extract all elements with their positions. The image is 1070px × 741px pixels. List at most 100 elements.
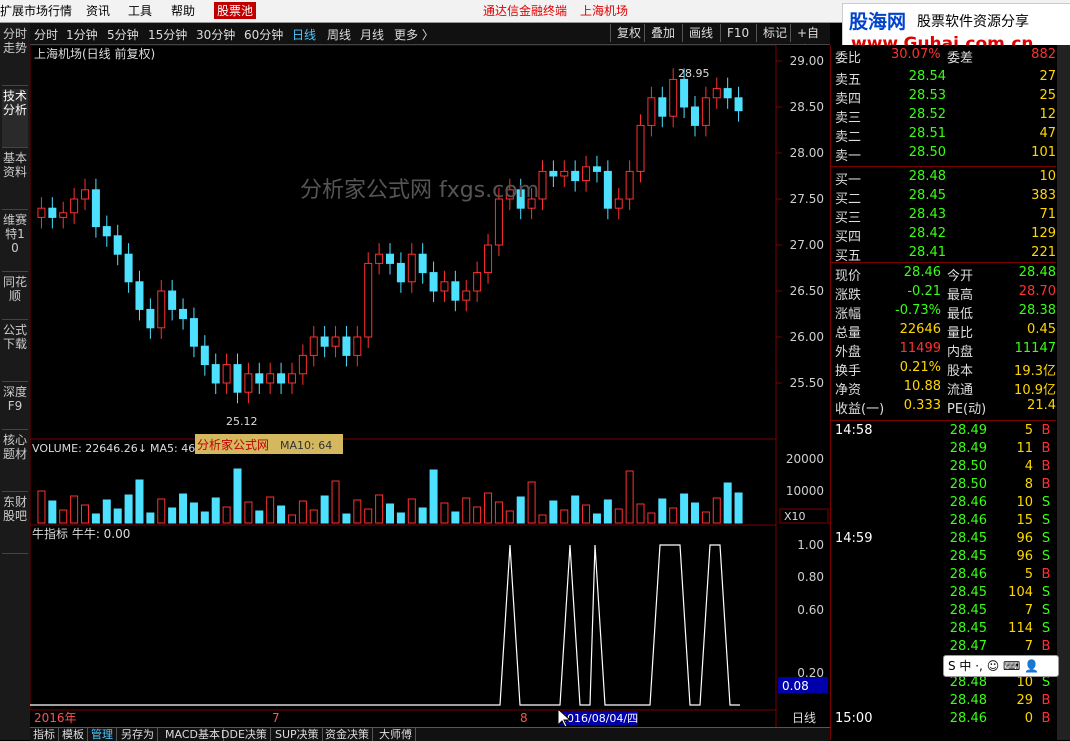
mark-button[interactable]: 标记 — [756, 24, 793, 42]
candle-body — [614, 198, 623, 209]
volume-bar — [386, 503, 394, 524]
period-intraday[interactable]: 分时 — [34, 26, 58, 43]
candle-body — [70, 198, 79, 214]
tab-weisaite[interactable]: 维赛特10 — [2, 213, 28, 272]
scrollbar[interactable] — [1057, 45, 1070, 740]
f10-button[interactable]: F10 — [720, 24, 755, 42]
tab-intraday[interactable]: 分时走势 — [2, 27, 28, 86]
tab-technical[interactable]: 技术分析 — [2, 89, 28, 148]
btab-dde[interactable]: DDE决策 — [218, 728, 271, 741]
candle-body — [113, 235, 122, 255]
bid-row[interactable]: 买一 28.48 10 — [831, 169, 1056, 188]
menu-item-market[interactable]: 扩展市场行情 — [0, 2, 72, 19]
period-15min[interactable]: 15分钟 — [148, 26, 187, 43]
volume-bar — [527, 481, 536, 524]
ask-row[interactable]: 卖二 28.51 47 — [831, 126, 1056, 145]
indicator-tick: 0.60 — [797, 603, 824, 617]
volume-bar — [233, 468, 242, 524]
candle-body — [538, 170, 547, 200]
btab-template[interactable]: 模板 — [59, 728, 88, 741]
candle-body — [48, 207, 57, 218]
candle-body — [484, 244, 493, 274]
ask-row[interactable]: 卖四 28.53 25 — [831, 88, 1056, 107]
period-30min[interactable]: 30分钟 — [196, 26, 235, 43]
period-more[interactable]: 更多 〉 — [394, 26, 434, 43]
period-1min[interactable]: 1分钟 — [66, 26, 98, 43]
left-tab-bar: 分时走势 技术分析 基本资料 维赛特10 同花顺 公式下载 深度F9 核心题材 … — [0, 23, 30, 740]
kline-chart[interactable]: 分析家公式网 fxgs.com 上海机场(日线 前复权) 28.95 25.12… — [30, 45, 830, 727]
candle-body — [91, 189, 100, 228]
volume-bar — [723, 482, 732, 524]
candle-body — [549, 170, 558, 177]
volume-bar — [571, 495, 580, 524]
candle-body — [298, 354, 307, 375]
volume-bar — [484, 492, 493, 524]
add-watchlist-button[interactable]: +自选 — [790, 24, 830, 58]
adjust-button[interactable]: 复权 — [610, 24, 647, 42]
ask-row[interactable]: 卖三 28.52 12 — [831, 107, 1056, 126]
app-title: 通达信金融终端 — [483, 4, 568, 18]
volume-bar — [70, 495, 79, 524]
watermark-text: 分析家公式网 fxgs.com — [300, 178, 539, 203]
menu-item-help[interactable]: 帮助 — [171, 2, 195, 19]
volume-bar — [222, 506, 231, 524]
candle-body — [690, 106, 699, 126]
btab-indicator[interactable]: 指标 — [30, 728, 59, 741]
tab-formula-download[interactable]: 公式下载 — [2, 323, 28, 382]
draw-line-button[interactable]: 画线 — [682, 24, 719, 42]
ask-row[interactable]: 卖一 28.50 101 — [831, 145, 1056, 164]
btab-sup[interactable]: SUP决策 — [272, 728, 323, 741]
indicator-tab-bar: 指标 模板 管理 另存为 MACD基本 DDE决策 SUP决策 资金决策 大师傅 — [30, 727, 830, 741]
btab-manage[interactable]: 管理 — [88, 728, 117, 741]
btab-master[interactable]: 大师傅 — [376, 728, 416, 741]
candle-body — [734, 97, 743, 112]
bid-row[interactable]: 买四 28.42 129 — [831, 226, 1056, 245]
btab-save-as[interactable]: 另存为 — [118, 728, 158, 741]
volume-bar — [124, 494, 133, 524]
volume-bar — [734, 492, 743, 524]
volume-bar — [102, 499, 111, 524]
period-weekly[interactable]: 周线 — [327, 26, 351, 43]
quote-panel: 委比 30.07% 委差 882 卖五 28.54 27 卖四 28.53 25 卖三 28.… — [830, 45, 1070, 740]
period-5min[interactable]: 5分钟 — [107, 26, 139, 43]
volume-bar — [266, 496, 275, 524]
volume-bar — [331, 480, 340, 524]
logo-title: 股海网 — [849, 11, 907, 33]
trade-row: 15:00 28.46 0 B — [835, 711, 1051, 726]
candle-body — [168, 290, 177, 310]
btab-macd[interactable]: MACD基本 — [162, 728, 224, 741]
tab-tonghuashun[interactable]: 同花顺 — [2, 275, 28, 320]
trade-row: 14:58 28.49 5 B — [835, 423, 1051, 438]
volume-bar — [712, 497, 721, 524]
trade-row: 28.48 29 B — [949, 693, 1051, 708]
indicator-current-value: 0.08 — [782, 679, 809, 693]
tab-eastmoney-forum[interactable]: 东财股吧 — [2, 495, 28, 554]
period-monthly[interactable]: 月线 — [360, 26, 384, 43]
candle-body — [81, 189, 90, 200]
indicator-tick: 0.80 — [797, 570, 824, 584]
candle-body — [37, 207, 46, 218]
ask-row[interactable]: 卖五 28.54 27 — [831, 69, 1056, 88]
candle-body — [320, 336, 329, 347]
tab-depth-f9[interactable]: 深度F9 — [2, 385, 28, 430]
candle-body — [200, 345, 209, 366]
period-daily[interactable]: 日线 — [292, 26, 316, 43]
tab-basics[interactable]: 基本资料 — [2, 151, 28, 210]
tab-core-theme[interactable]: 核心题材 — [2, 433, 28, 492]
btab-fund[interactable]: 资金决策 — [322, 728, 373, 741]
menu-item-news[interactable]: 资讯 — [86, 2, 110, 19]
period-60min[interactable]: 60分钟 — [244, 26, 283, 43]
bid-row[interactable]: 买三 28.43 71 — [831, 207, 1056, 226]
candle-body — [712, 88, 721, 99]
indicator-label: 牛指标 牛牛: 0.00 — [32, 526, 130, 541]
volume-bar — [81, 504, 90, 524]
menu-item-tools[interactable]: 工具 — [128, 2, 152, 19]
candle-body — [189, 318, 198, 347]
volume-bar — [440, 502, 449, 524]
bid-row[interactable]: 买二 28.45 383 — [831, 188, 1056, 207]
menu-item-stock-pool[interactable]: 股票池 — [214, 2, 257, 19]
volume-bar — [636, 503, 645, 524]
ime-toolbar[interactable]: S 中 ·, ☺ ⌨ 👤 — [943, 655, 1059, 677]
volume-bar — [168, 507, 177, 524]
overlay-button[interactable]: 叠加 — [644, 24, 681, 42]
